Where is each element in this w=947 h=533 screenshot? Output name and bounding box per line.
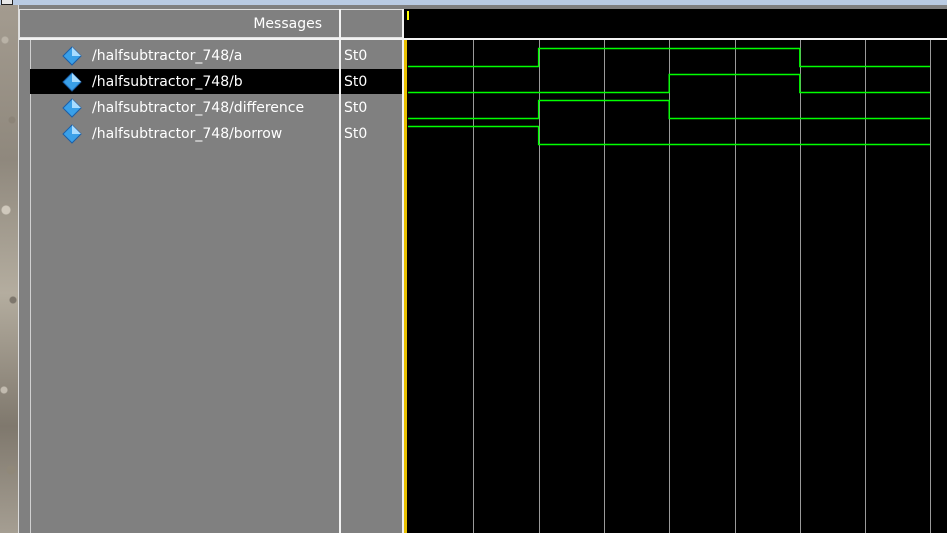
- window-menu-icon[interactable]: [1, 0, 13, 5]
- signal-row-borrow[interactable]: /halfsubtractor_748/borrow: [30, 121, 339, 146]
- waveform-b[interactable]: [408, 73, 930, 94]
- signal-value[interactable]: St0: [341, 121, 402, 146]
- blue-diamond-icon: [62, 97, 82, 118]
- waveform-difference[interactable]: [408, 99, 930, 120]
- names-gutter: [19, 40, 30, 533]
- signal-value[interactable]: St0: [341, 43, 402, 68]
- signal-row-difference[interactable]: /halfsubtractor_748/difference: [30, 95, 339, 120]
- messages-header-label: Messages: [253, 15, 322, 32]
- values-header[interactable]: [340, 9, 403, 38]
- signal-row-b[interactable]: /halfsubtractor_748/b: [30, 69, 339, 94]
- signal-name: /halfsubtractor_748/difference: [92, 99, 305, 116]
- signal-row-a[interactable]: /halfsubtractor_748/a: [30, 43, 339, 68]
- desktop-background: [0, 0, 18, 533]
- signal-value[interactable]: St0: [341, 95, 402, 120]
- waveform-canvas[interactable]: [404, 40, 947, 533]
- waveform-pane[interactable]: [404, 40, 947, 533]
- pane-divider-values[interactable]: [402, 9, 404, 533]
- header-divider: [19, 38, 947, 40]
- blue-diamond-icon: [62, 45, 82, 66]
- signal-name: /halfsubtractor_748/borrow: [92, 125, 283, 142]
- cursor-marker[interactable]: [407, 11, 409, 20]
- signal-value[interactable]: St0: [341, 69, 402, 94]
- blue-diamond-icon: [62, 123, 82, 144]
- signal-name: /halfsubtractor_748/b: [92, 73, 243, 90]
- wave-header[interactable]: [404, 9, 947, 38]
- time-cursor[interactable]: [404, 40, 407, 533]
- messages-header[interactable]: Messages: [19, 9, 340, 38]
- blue-diamond-icon: [62, 71, 82, 92]
- signal-name: /halfsubtractor_748/a: [92, 47, 243, 64]
